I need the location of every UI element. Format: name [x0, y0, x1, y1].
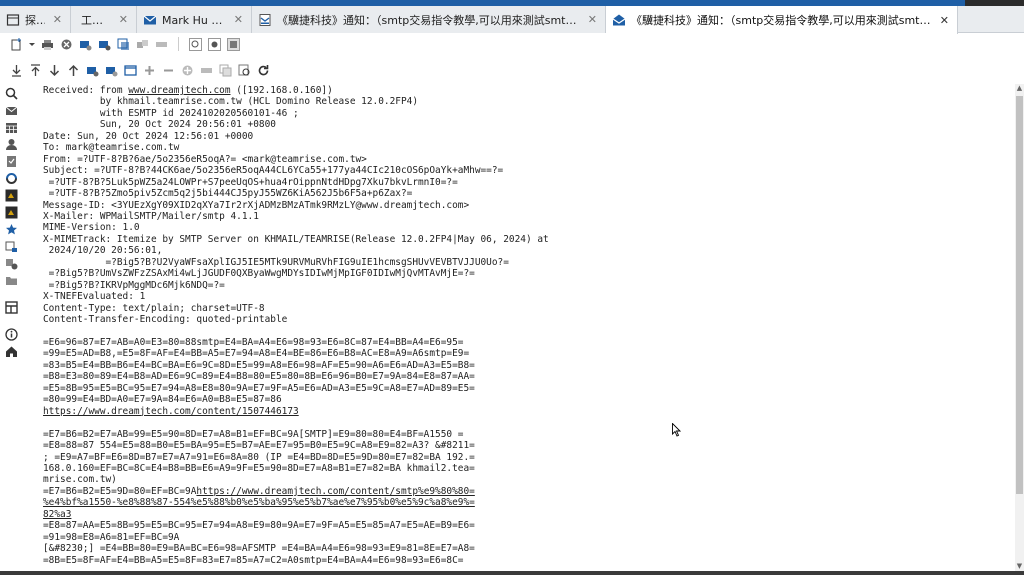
message-link[interactable]: www.dreamjtech.com: [128, 85, 230, 96]
refresh-icon[interactable]: [257, 64, 270, 77]
message-link[interactable]: %e4%bf%a1550-%e8%88%87-554%e5%88%b0%e5%b…: [43, 497, 475, 508]
tab-message-1[interactable]: 《驥捷科技》通知：（smtp交易指令教學,可以用來測試smtp郵件伺服... ✕: [252, 6, 606, 33]
tab-message-2[interactable]: 《驥捷科技》通知：（smtp交易指令教學,可以用來測試smtp郵件伺服... ✕: [606, 6, 958, 34]
navigation-toolbar: [0, 60, 1024, 80]
expand-all-icon[interactable]: [181, 64, 194, 77]
favorites-icon[interactable]: [5, 223, 18, 236]
reply-icon[interactable]: [79, 38, 92, 51]
tab-label: 《驥捷科技》通知：（smtp交易指令教學,可以用來測試smtp郵件伺服...: [277, 13, 580, 27]
message-source-text: Received: from www.dreamjtech.com ([192.…: [43, 85, 1015, 566]
expand-icon[interactable]: [143, 64, 156, 77]
tab-workspace[interactable]: 工作區 ✕: [71, 6, 137, 33]
close-icon[interactable]: ✕: [588, 13, 597, 26]
search-doc-icon[interactable]: [238, 64, 251, 77]
bottom-status-strip: [0, 571, 1024, 575]
info-icon[interactable]: [4, 328, 18, 341]
find-icon[interactable]: [189, 37, 202, 51]
app-icon-1[interactable]: [5, 189, 18, 202]
download-icon[interactable]: [10, 64, 23, 77]
layout-icon[interactable]: [4, 301, 18, 314]
zoom-icon[interactable]: [208, 37, 221, 51]
tab-mail[interactable]: Mark Hu - 郵件 ✕: [137, 6, 252, 33]
mail-doc-icon: [259, 13, 271, 26]
view-icon[interactable]: [227, 37, 240, 51]
arrow-down-icon[interactable]: [48, 64, 61, 77]
next-unread-icon[interactable]: [105, 64, 118, 77]
close-icon[interactable]: ✕: [53, 13, 62, 26]
action-toolbar: [0, 34, 1024, 54]
chevron-down-icon[interactable]: [29, 38, 35, 51]
close-icon[interactable]: ✕: [234, 13, 243, 26]
message-source-view[interactable]: Received: from www.dreamjtech.com ([192.…: [22, 84, 1015, 571]
copy-icon[interactable]: [155, 38, 168, 51]
close-icon[interactable]: ✕: [940, 14, 949, 27]
message-text: ([192.168.0.160]) by khmail.teamrise.com…: [43, 85, 549, 406]
print-icon[interactable]: [41, 38, 54, 51]
tab-label: 工作區: [81, 13, 111, 27]
contacts-icon[interactable]: [5, 138, 18, 151]
reply-all-icon[interactable]: [98, 38, 111, 51]
search-icon[interactable]: [5, 87, 18, 100]
upload-top-icon[interactable]: [29, 63, 42, 77]
tab-label: 探索: [25, 13, 45, 27]
sametime-icon[interactable]: [5, 172, 18, 185]
mail-icon[interactable]: [5, 104, 18, 117]
message-text: Received: from: [43, 85, 129, 96]
tab-label: 《驥捷科技》通知：（smtp交易指令教學,可以用來測試smtp郵件伺服...: [631, 14, 932, 27]
toolbar-divider: [178, 37, 179, 51]
message-link[interactable]: https://www.dreamjtech.com/content/15074…: [43, 406, 299, 417]
workspace-icon[interactable]: [5, 240, 18, 253]
scroll-up-icon[interactable]: ▲: [1015, 84, 1024, 93]
arrow-up-icon[interactable]: [67, 64, 80, 77]
home-icon: [6, 13, 20, 26]
tab-bar: 探索 ✕ 工作區 ✕ Mark Hu - 郵件 ✕ 《驥捷科技》通知：（smtp…: [0, 6, 1024, 34]
mail-icon: [143, 15, 157, 24]
message-link[interactable]: https://www.dreamjtech.com/content/smtp%…: [196, 486, 474, 497]
scrollbar-thumb[interactable]: [1016, 96, 1023, 494]
message-link[interactable]: 82%a3: [43, 509, 71, 520]
scroll-down-icon[interactable]: ▼: [1015, 562, 1024, 571]
vertical-scrollbar[interactable]: ▲ ▼: [1015, 84, 1024, 571]
home-icon[interactable]: [5, 345, 18, 358]
todo-icon[interactable]: [5, 155, 18, 168]
open-window-icon[interactable]: [124, 64, 137, 77]
move-icon[interactable]: [136, 38, 149, 51]
forward-icon[interactable]: [117, 38, 130, 51]
new-icon[interactable]: [10, 37, 23, 51]
folder-icon[interactable]: [5, 274, 18, 287]
left-sidebar: [0, 84, 22, 575]
replica-icon[interactable]: [5, 257, 18, 270]
message-text: =E8=87=AA=E5=8B=95=E5=BC=95=E7=94=A8=E9=…: [43, 520, 475, 566]
delete-icon[interactable]: [60, 38, 73, 51]
close-icon[interactable]: ✕: [119, 13, 128, 26]
collapse-icon[interactable]: [162, 64, 175, 77]
app-icon-2[interactable]: [5, 206, 18, 219]
calendar-icon[interactable]: [5, 121, 18, 134]
mouse-pointer-icon: [672, 423, 681, 437]
tab-explore[interactable]: 探索 ✕: [0, 6, 71, 33]
previous-unread-icon[interactable]: [86, 64, 99, 77]
mail-open-icon: [612, 14, 626, 26]
tab-label: Mark Hu - 郵件: [162, 13, 226, 27]
copy-doc-icon[interactable]: [219, 64, 232, 77]
collapse-all-icon[interactable]: [200, 64, 213, 77]
